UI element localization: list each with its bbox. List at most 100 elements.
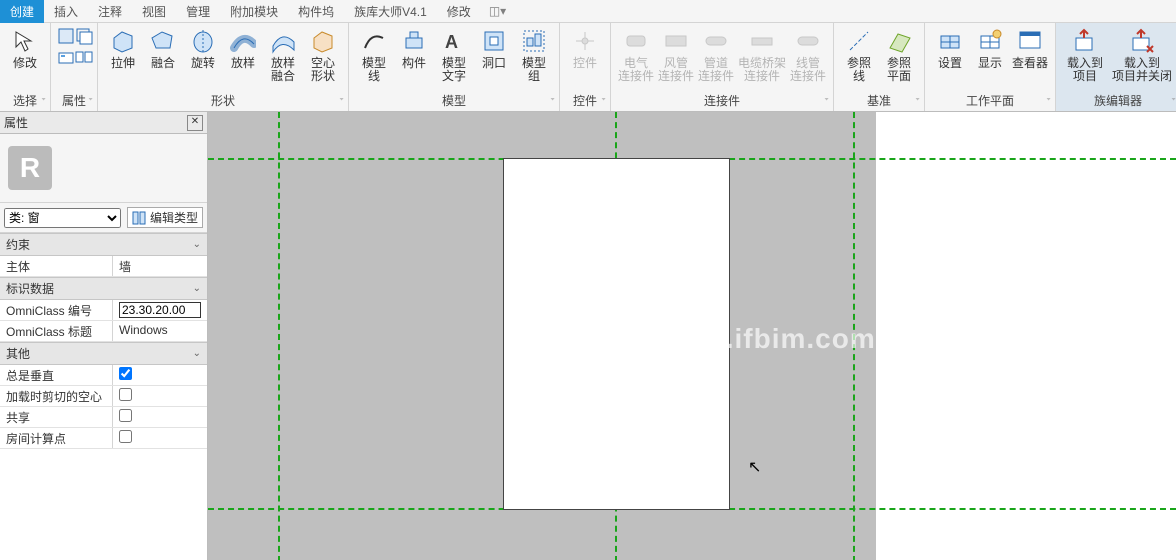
swept-blend-button[interactable]: 放样 融合 — [264, 25, 302, 93]
prop-category[interactable]: 其他⌄ — [0, 342, 207, 365]
tab-zkds[interactable]: 族库大师V4.1 — [344, 0, 437, 23]
properties-panel: 属性 ✕ R 类: 窗 编辑类型 约束⌄主体墙标识数据⌄OmniClass 编号… — [0, 112, 208, 560]
property-grid: 约束⌄主体墙标识数据⌄OmniClass 编号OmniClass 标题Windo… — [0, 233, 207, 560]
prop-row: 主体墙 — [0, 256, 207, 277]
void-button[interactable]: 空心 形状 — [304, 25, 342, 93]
set-button[interactable]: 设置 — [931, 25, 969, 93]
load-close-button[interactable]: 载入到 项目并关闭 — [1110, 25, 1174, 93]
tab-modify[interactable]: 修改 — [437, 0, 481, 23]
extrude-button[interactable]: 拉伸 — [104, 25, 142, 93]
type-selector-row: 类: 窗 编辑类型 — [0, 203, 207, 233]
prop-row: OmniClass 编号 — [0, 300, 207, 321]
modelgroup-button[interactable]: 模型 组 — [515, 25, 553, 93]
load-project-button[interactable]: 载入到 项目 — [1062, 25, 1108, 93]
prop-checkbox[interactable] — [119, 430, 132, 443]
modify-button[interactable]: 修改 — [6, 25, 44, 93]
tab-insert[interactable]: 插入 — [44, 0, 88, 23]
viewer-button[interactable]: 查看器 — [1011, 25, 1049, 93]
tab-goujianwu[interactable]: 构件坞 — [288, 0, 344, 23]
menu-tabbar: 创建 插入 注释 视图 管理 附加模块 构件坞 族库大师V4.1 修改 ◫▾ — [0, 0, 1176, 23]
tab-view[interactable]: 视图 — [132, 0, 176, 23]
refplane-button[interactable]: 参照 平面 — [880, 25, 918, 93]
prop-checkbox[interactable] — [119, 367, 132, 380]
close-icon[interactable]: ✕ — [187, 115, 203, 131]
show-button[interactable]: 显示 — [971, 25, 1009, 93]
prop-paste-button[interactable] — [57, 25, 73, 45]
properties-title-text: 属性 — [4, 114, 28, 131]
prop-value[interactable]: Windows — [113, 321, 207, 341]
opening-button[interactable]: 洞口 — [475, 25, 513, 93]
workspace: 属性 ✕ R 类: 窗 编辑类型 约束⌄主体墙标识数据⌄OmniClass 编号… — [0, 112, 1176, 560]
group-label-conn: 连接件 — [617, 93, 827, 111]
prop-row: 共享 — [0, 407, 207, 428]
prop-row: 总是垂直 — [0, 365, 207, 386]
group-properties: 属性 — [51, 23, 98, 111]
group-label-famed: 族编辑器 — [1062, 93, 1174, 111]
tab-manage[interactable]: 管理 — [176, 0, 220, 23]
group-select: 修改 选择 — [0, 23, 51, 111]
prop-category[interactable]: 标识数据⌄ — [0, 277, 207, 300]
tab-create[interactable]: 创建 — [0, 0, 44, 23]
conduit-conn-button: 线管 连接件 — [789, 25, 827, 93]
tab-overflow-icon[interactable]: ◫▾ — [489, 4, 506, 18]
ribbon: 修改 选择 属性 拉伸 融合 旋转 放样 放样 融合 空心 形状 形状 — [0, 23, 1176, 112]
properties-title: 属性 ✕ — [0, 112, 207, 134]
prop-row: OmniClass 标题Windows — [0, 321, 207, 342]
prop-name: OmniClass 编号 — [0, 300, 113, 320]
component-button[interactable]: 构件 — [395, 25, 433, 93]
drawing-canvas[interactable]: BIM教程网|www.ifbim.com ↖ — [208, 112, 1176, 560]
modeltext-button[interactable]: A模型 文字 — [435, 25, 473, 93]
prop-value[interactable] — [113, 300, 207, 320]
prop-value[interactable] — [113, 428, 207, 448]
group-label-model: 模型 — [355, 93, 553, 111]
svg-text:A: A — [445, 32, 458, 52]
prop-name: 总是垂直 — [0, 365, 113, 385]
group-label-select: 选择 — [6, 93, 44, 111]
group-connectors: 电气 连接件 风管 连接件 管道 连接件 电缆桥架 连接件 线管 连接件 连接件 — [611, 23, 834, 111]
ref-plane-v1[interactable] — [278, 112, 280, 560]
prop-value[interactable] — [113, 365, 207, 385]
elec-conn-button: 电气 连接件 — [617, 25, 655, 93]
prop-small1[interactable] — [75, 25, 91, 45]
group-shape: 拉伸 融合 旋转 放样 放样 融合 空心 形状 形状 — [98, 23, 349, 111]
tab-annotate[interactable]: 注释 — [88, 0, 132, 23]
group-datum: 参照 线 参照 平面 基准 — [834, 23, 925, 111]
type-selector[interactable]: 类: 窗 — [4, 208, 121, 228]
prop-category[interactable]: 约束⌄ — [0, 233, 207, 256]
group-label-wplane: 工作平面 — [931, 93, 1049, 111]
group-familyeditor: 载入到 项目 载入到 项目并关闭 族编辑器 — [1056, 23, 1176, 111]
revolve-button[interactable]: 旋转 — [184, 25, 222, 93]
tray-conn-button: 电缆桥架 连接件 — [737, 25, 787, 93]
refline-button[interactable]: 参照 线 — [840, 25, 878, 93]
prop-name: 房间计算点 — [0, 428, 113, 448]
control-button: 控件 — [566, 25, 604, 93]
prop-value[interactable]: 墙 — [113, 256, 207, 276]
prop-row: 房间计算点 — [0, 428, 207, 449]
prop-name: 主体 — [0, 256, 113, 276]
duct-conn-button: 风管 连接件 — [657, 25, 695, 93]
prop-checkbox[interactable] — [119, 409, 132, 422]
edit-type-button[interactable]: 编辑类型 — [127, 207, 203, 228]
prop-value[interactable] — [113, 407, 207, 427]
properties-thumbnail-row: R — [0, 134, 207, 203]
canvas-paper-edge — [876, 112, 1176, 560]
edit-type-icon — [132, 211, 146, 225]
family-thumb-icon: R — [8, 146, 52, 190]
sweep-button[interactable]: 放样 — [224, 25, 262, 93]
blend-button[interactable]: 融合 — [144, 25, 182, 93]
group-control: 控件 控件 — [560, 23, 611, 111]
group-model: 模型 线 构件 A模型 文字 洞口 模型 组 模型 — [349, 23, 560, 111]
prop-row: 加载时剪切的空心 — [0, 386, 207, 407]
prop-checkbox[interactable] — [119, 388, 132, 401]
tab-addins[interactable]: 附加模块 — [220, 0, 288, 23]
pipe-conn-button: 管道 连接件 — [697, 25, 735, 93]
watermark-text: BIM教程网|www.ifbim.com — [508, 317, 875, 357]
prop-small2[interactable] — [75, 47, 91, 67]
prop-input[interactable] — [119, 302, 201, 318]
modelline-button[interactable]: 模型 线 — [355, 25, 393, 93]
group-label-shape: 形状 — [104, 93, 342, 111]
prop-type-button[interactable] — [57, 47, 73, 67]
prop-name: 加载时剪切的空心 — [0, 386, 113, 406]
prop-value[interactable] — [113, 386, 207, 406]
group-label-datum: 基准 — [840, 93, 918, 111]
